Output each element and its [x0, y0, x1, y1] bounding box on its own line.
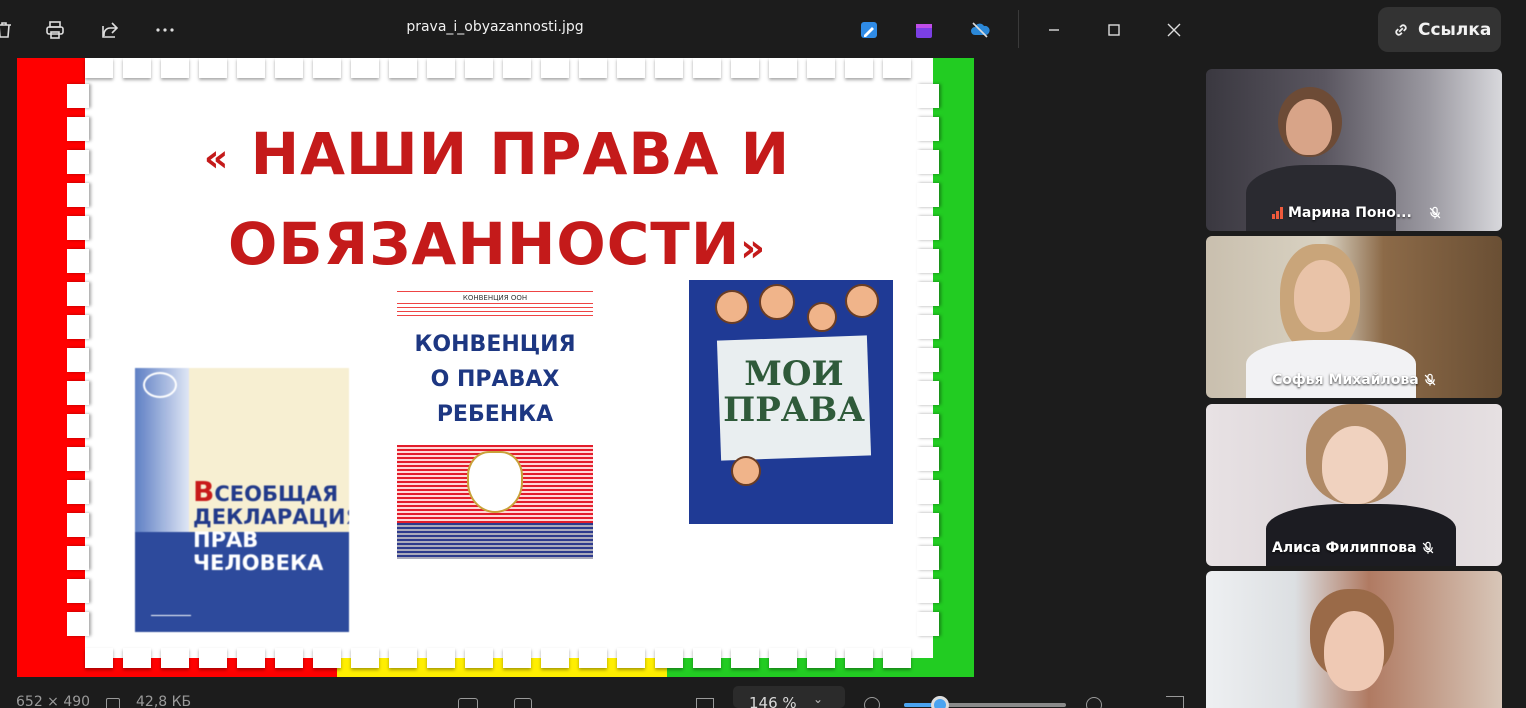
maximize-icon: [1108, 24, 1120, 36]
close-button[interactable]: [1158, 14, 1190, 46]
window-title: prava_i_obyazannosti.jpg: [406, 19, 584, 35]
child-drawing: [807, 302, 837, 332]
participant-tile[interactable]: Алиса Филиппова: [1206, 404, 1502, 566]
un-emblem-icon: [143, 372, 177, 398]
participant-tile[interactable]: [1206, 571, 1502, 708]
clipchamp-button[interactable]: [908, 14, 940, 46]
mic-muted-icon: [1424, 373, 1436, 386]
participant-video: [1294, 260, 1350, 332]
edit-image-button[interactable]: [853, 14, 885, 46]
zoom-slider-thumb[interactable]: [930, 696, 949, 708]
participant-video: [1324, 611, 1384, 691]
headline-text-2: ОБЯЗАННОСТИ: [228, 210, 741, 278]
child-drawing: [845, 284, 879, 318]
bottom-teeth: [85, 648, 921, 668]
title-bar: prava_i_obyazannosti.jpg: [0, 0, 1206, 58]
video-call-panel: Ссылка Марина Поно... Софья Михайлова Ал…: [1206, 0, 1526, 708]
cloud-off-icon: [971, 22, 990, 38]
left-teeth: [67, 84, 89, 645]
headline-text-1: НАШИ ПРАВА И: [250, 120, 791, 188]
headline-line-2: ОБЯЗАННОСТИ»: [137, 210, 857, 278]
child-drawing: [715, 290, 749, 324]
book-my-rights-cover: МОИ ПРАВА: [689, 280, 893, 524]
screen: prava_i_obyazannosti.jpg « НАШИ ПРАВА И …: [0, 0, 1526, 708]
photo-edit-icon: [861, 22, 877, 38]
book-declaration-title: ВСЕОБЩАЯ ДЕКЛАРАЦИЯ ПРАВ ЧЕЛОВЕКА: [193, 475, 349, 575]
participant-video: [1322, 426, 1388, 504]
image-dimensions: 652 × 490: [16, 694, 91, 708]
signature-mark: [151, 608, 191, 616]
video-editor-icon: [916, 24, 932, 38]
zoom-out-icon[interactable]: [864, 697, 880, 708]
file-size: 42,8 КБ: [136, 694, 192, 708]
coat-of-arms-icon: [467, 451, 523, 513]
actual-size-icon[interactable]: [514, 698, 532, 708]
participant-name-label: Алиса Филиппова: [1272, 540, 1435, 556]
zoom-in-icon[interactable]: [1086, 697, 1102, 708]
close-quote: »: [740, 225, 766, 270]
book-convention-cover: КОНВЕНЦИЯ ООН КОНВЕНЦИЯ О ПРАВАХ РЕБЕНКА: [397, 291, 593, 559]
displayed-image: « НАШИ ПРАВА И ОБЯЗАННОСТИ» ВСЕОБЩАЯ ДЕК…: [17, 58, 974, 677]
link-icon: [1395, 23, 1407, 36]
right-teeth: [917, 84, 939, 645]
zoom-level-dropdown[interactable]: 146 % ⌄: [733, 686, 845, 708]
headline-line-1: « НАШИ ПРАВА И: [137, 120, 857, 188]
top-teeth: [85, 58, 921, 78]
close-icon: [1167, 23, 1181, 37]
book-convention-title: КОНВЕНЦИЯ О ПРАВАХ РЕБЕНКА: [414, 332, 576, 427]
photo-viewer-window: prava_i_obyazannosti.jpg « НАШИ ПРАВА И …: [0, 0, 1206, 708]
participant-video: [1286, 99, 1332, 155]
mic-muted-icon: [1429, 206, 1441, 219]
child-drawing: [731, 456, 761, 486]
full-screen-icon[interactable]: [696, 698, 714, 708]
participant-name-label: Марина Поно...: [1272, 205, 1442, 221]
expand-icon[interactable]: [1166, 696, 1184, 708]
maximize-button[interactable]: [1098, 14, 1130, 46]
book-declaration-cover: ВСЕОБЩАЯ ДЕКЛАРАЦИЯ ПРАВ ЧЕЛОВЕКА: [135, 368, 349, 632]
minimize-icon: [1049, 29, 1059, 31]
participant-tile[interactable]: Марина Поно...: [1206, 69, 1502, 231]
book-my-rights-title: МОИ ПРАВА: [723, 354, 865, 430]
child-drawing: [759, 284, 795, 320]
minimize-button[interactable]: [1038, 14, 1070, 46]
copy-link-button[interactable]: Ссылка: [1378, 7, 1501, 52]
fit-screen-icon[interactable]: [458, 698, 478, 708]
zoom-level-value: 146 %: [749, 694, 797, 708]
file-size-icon: [106, 698, 120, 708]
copy-link-label: Ссылка: [1418, 19, 1492, 40]
open-quote: «: [203, 135, 230, 180]
participant-name-label: Софья Михайлова: [1272, 372, 1437, 388]
zoom-slider[interactable]: [904, 696, 1066, 708]
book-convention-small-label: КОНВЕНЦИЯ ООН: [397, 294, 593, 302]
onedrive-button[interactable]: [964, 14, 996, 46]
participant-tile[interactable]: Софья Михайлова: [1206, 236, 1502, 398]
chevron-down-icon: ⌄: [813, 692, 824, 706]
mic-muted-icon: [1422, 541, 1433, 554]
toolbar-separator: [1018, 10, 1019, 48]
speaking-indicator-icon: [1272, 207, 1284, 219]
